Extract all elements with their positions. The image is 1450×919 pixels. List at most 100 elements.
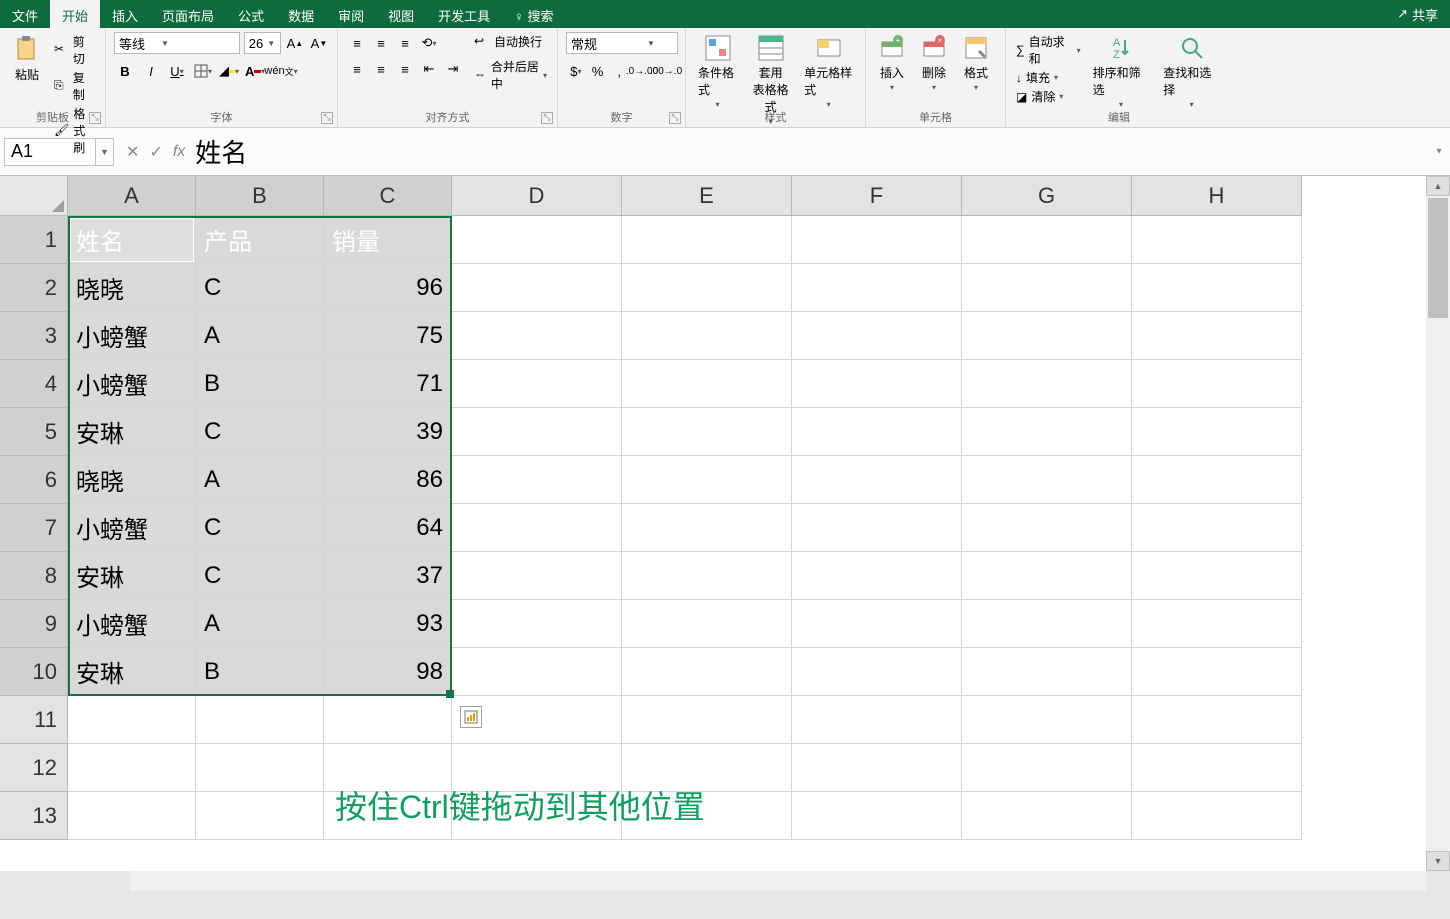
spreadsheet-grid[interactable]: ABCDEFGH 12345678910111213 姓名产品销量晓晓C96小螃… (0, 176, 1426, 871)
fx-button[interactable]: fx (173, 143, 185, 161)
cell-C5[interactable]: 39 (324, 408, 452, 456)
cell-F8[interactable] (792, 552, 962, 600)
tab-formulas[interactable]: 公式 (226, 0, 276, 28)
cell-C11[interactable] (324, 696, 452, 744)
fill-color-button[interactable]: ◢▾ (218, 60, 240, 82)
cell-H7[interactable] (1132, 504, 1302, 552)
row-header-11[interactable]: 11 (0, 696, 68, 744)
cell-C2[interactable]: 96 (324, 264, 452, 312)
cell-D9[interactable] (452, 600, 622, 648)
cell-G4[interactable] (962, 360, 1132, 408)
cell-H4[interactable] (1132, 360, 1302, 408)
row-header-2[interactable]: 2 (0, 264, 68, 312)
align-left-button[interactable]: ≡ (346, 58, 368, 80)
indent-button[interactable]: ⇥ (442, 58, 464, 80)
cell-F5[interactable] (792, 408, 962, 456)
name-box-dropdown[interactable]: ▼ (96, 138, 114, 166)
vscroll-thumb[interactable] (1428, 198, 1448, 318)
cell-B4[interactable]: B (196, 360, 324, 408)
cell-G8[interactable] (962, 552, 1132, 600)
cell-G1[interactable] (962, 216, 1132, 264)
decrease-font-button[interactable]: A▼ (309, 32, 329, 54)
cells-area[interactable]: 姓名产品销量晓晓C96小螃蟹A75小螃蟹B71安琳C39晓晓A86小螃蟹C64安… (68, 216, 1302, 840)
cell-F2[interactable] (792, 264, 962, 312)
bold-button[interactable]: B (114, 60, 136, 82)
cell-D10[interactable] (452, 648, 622, 696)
number-launcher[interactable]: ⤡ (669, 112, 681, 124)
underline-button[interactable]: U▾ (166, 60, 188, 82)
cell-C10[interactable]: 98 (324, 648, 452, 696)
cell-H5[interactable] (1132, 408, 1302, 456)
cell-E1[interactable] (622, 216, 792, 264)
cell-E6[interactable] (622, 456, 792, 504)
column-header-D[interactable]: D (452, 176, 622, 216)
cell-A9[interactable]: 小螃蟹 (68, 600, 196, 648)
cell-F3[interactable] (792, 312, 962, 360)
cell-B5[interactable]: C (196, 408, 324, 456)
cell-B9[interactable]: A (196, 600, 324, 648)
cell-D6[interactable] (452, 456, 622, 504)
font-size-select[interactable]: 26▼ (244, 32, 281, 54)
cell-F13[interactable] (792, 792, 962, 840)
cell-C8[interactable]: 37 (324, 552, 452, 600)
cell-A13[interactable] (68, 792, 196, 840)
cell-E10[interactable] (622, 648, 792, 696)
row-header-8[interactable]: 8 (0, 552, 68, 600)
column-header-H[interactable]: H (1132, 176, 1302, 216)
cell-G13[interactable] (962, 792, 1132, 840)
tab-review[interactable]: 审阅 (326, 0, 376, 28)
border-button[interactable]: ▾ (192, 60, 214, 82)
cell-B8[interactable]: C (196, 552, 324, 600)
column-header-B[interactable]: B (196, 176, 324, 216)
cell-G5[interactable] (962, 408, 1132, 456)
number-format-select[interactable]: 常规▼ (566, 32, 678, 54)
cell-H8[interactable] (1132, 552, 1302, 600)
cell-G12[interactable] (962, 744, 1132, 792)
cell-E8[interactable] (622, 552, 792, 600)
cell-H11[interactable] (1132, 696, 1302, 744)
cell-G6[interactable] (962, 456, 1132, 504)
cell-E3[interactable] (622, 312, 792, 360)
cell-A8[interactable]: 安琳 (68, 552, 196, 600)
cell-D2[interactable] (452, 264, 622, 312)
tab-file[interactable]: 文件 (0, 0, 50, 28)
column-header-G[interactable]: G (962, 176, 1132, 216)
row-header-12[interactable]: 12 (0, 744, 68, 792)
copy-button[interactable]: ⎘复制 (52, 68, 97, 104)
cell-H9[interactable] (1132, 600, 1302, 648)
font-color-button[interactable]: A▾ (244, 60, 266, 82)
cell-E4[interactable] (622, 360, 792, 408)
tab-developer[interactable]: 开发工具 (426, 0, 502, 28)
cell-A11[interactable] (68, 696, 196, 744)
cell-D7[interactable] (452, 504, 622, 552)
column-header-F[interactable]: F (792, 176, 962, 216)
fill-button[interactable]: ↓填充▾ (1014, 68, 1083, 87)
wrap-text-button[interactable]: ↩自动换行 (472, 32, 549, 51)
italic-button[interactable]: I (140, 60, 162, 82)
cell-C1[interactable]: 销量 (324, 216, 452, 264)
cell-C9[interactable]: 93 (324, 600, 452, 648)
orientation-button[interactable]: ⟲▾ (418, 32, 440, 54)
cell-G11[interactable] (962, 696, 1132, 744)
cell-F11[interactable] (792, 696, 962, 744)
cell-H1[interactable] (1132, 216, 1302, 264)
row-header-5[interactable]: 5 (0, 408, 68, 456)
column-header-E[interactable]: E (622, 176, 792, 216)
cell-A2[interactable]: 晓晓 (68, 264, 196, 312)
font-launcher[interactable]: ⤡ (321, 112, 333, 124)
quick-analysis-button[interactable] (460, 706, 482, 728)
formula-input[interactable]: 姓名 (185, 133, 1428, 170)
cell-E5[interactable] (622, 408, 792, 456)
increase-font-button[interactable]: A▲ (285, 32, 305, 54)
row-header-1[interactable]: 1 (0, 216, 68, 264)
cell-B13[interactable] (196, 792, 324, 840)
cell-H2[interactable] (1132, 264, 1302, 312)
cell-G10[interactable] (962, 648, 1132, 696)
row-header-4[interactable]: 4 (0, 360, 68, 408)
select-all-corner[interactable] (0, 176, 68, 216)
cut-button[interactable]: ✂剪切 (52, 32, 97, 68)
clear-button[interactable]: ◪清除▾ (1014, 87, 1083, 106)
cell-H3[interactable] (1132, 312, 1302, 360)
cell-F10[interactable] (792, 648, 962, 696)
cell-H10[interactable] (1132, 648, 1302, 696)
